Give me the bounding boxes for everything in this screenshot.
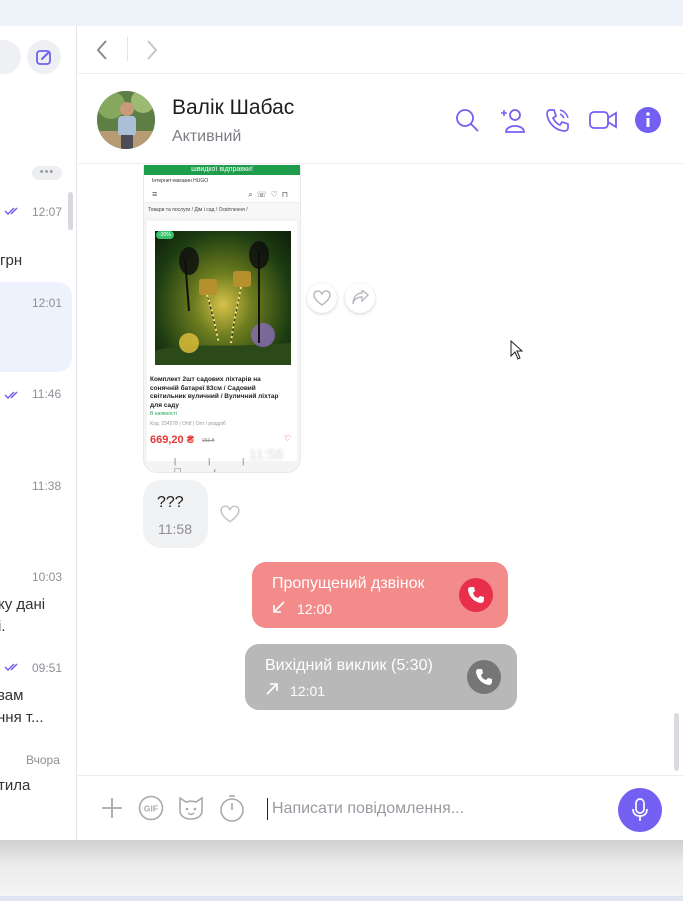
heart-icon: [313, 290, 331, 306]
video-call-button[interactable]: [588, 105, 618, 135]
message-list[interactable]: швидкої відправки! Інтернет-магазин HUGO…: [78, 165, 683, 775]
call-time: 12:01: [290, 683, 326, 699]
like-button[interactable]: [215, 499, 245, 529]
product-old-price: 956 ₴: [202, 438, 215, 444]
chat-list-scrollbar[interactable]: [68, 192, 73, 230]
bottom-edge: [0, 896, 683, 901]
heart-icon: [220, 505, 240, 523]
missed-call-message[interactable]: Пропущений дзвінок 12:00: [252, 562, 508, 628]
chat-time: Вчора: [26, 753, 60, 767]
conversation-panel: Валік Шабас Активний швидкої відправки!: [78, 26, 683, 840]
chat-search-input[interactable]: [0, 40, 21, 74]
image-toolbar: ≡ ⌕☏♡⊓: [144, 187, 300, 203]
avatar[interactable]: [97, 91, 155, 149]
chat-time: 11:38: [32, 479, 62, 493]
chat-snippet: грн: [0, 252, 23, 269]
chat-time: 12:07: [32, 205, 63, 219]
product-stock: В наявності: [150, 411, 178, 417]
contact-status: Активний: [172, 128, 242, 145]
image-banner-text: швидкої відправки!: [144, 165, 300, 175]
phone-icon: [476, 669, 492, 685]
back-icon[interactable]: [94, 38, 110, 62]
outgoing-call-message[interactable]: Вихідний виклик (5:30) 12:01: [245, 644, 517, 710]
share-button[interactable]: [345, 283, 375, 313]
plus-icon: [102, 798, 122, 818]
chat-time: 10:03: [32, 570, 63, 584]
chat-snippet: ку дані і.: [0, 596, 46, 635]
product-price: 669,20 ₴: [150, 434, 195, 446]
image-message[interactable]: швидкої відправки! Інтернет-магазин HUGO…: [143, 165, 301, 473]
incoming-message[interactable]: ??? 11:58: [143, 480, 208, 548]
voice-call-icon: [546, 109, 569, 132]
nav-bar: [78, 26, 683, 74]
sticker-icon: [179, 796, 203, 820]
taskbar-area: [0, 840, 683, 901]
search-icon: [456, 109, 479, 132]
gif-icon: GIF: [138, 795, 164, 821]
arrow-down-left-icon: [273, 601, 285, 613]
nav-divider: [127, 37, 128, 61]
message-input[interactable]: [272, 794, 602, 824]
chat-time: 12:01: [32, 296, 63, 310]
sticker-button[interactable]: [177, 794, 205, 822]
read-check-icon: [4, 207, 18, 216]
store-toolbar-icons: ⌕☏♡⊓: [248, 190, 292, 199]
product-code: Код: 234578 | Ohtf | Опт і роздріб: [150, 421, 226, 427]
info-button[interactable]: [633, 105, 663, 135]
app-window: ••• 12:07 грн 12:01 11:46 11:38 10:03 ку…: [0, 26, 683, 840]
compose-icon: [36, 50, 51, 65]
read-check-icon: [4, 663, 18, 672]
call-back-button[interactable]: [459, 578, 493, 612]
chat-list-panel: ••• 12:07 грн 12:01 11:46 11:38 10:03 ку…: [0, 26, 77, 840]
message-composer: GIF: [78, 775, 683, 840]
product-title: Комплект 2шт садових ліхтарів на сонячні…: [150, 376, 279, 409]
phone-nav-bar: |||▢‹: [174, 457, 277, 473]
chat-snippet: вам ння т...: [0, 687, 44, 726]
chat-time: 11:46: [32, 387, 62, 401]
voice-call-button[interactable]: [543, 105, 573, 135]
message-scrollbar[interactable]: [674, 713, 679, 771]
like-button[interactable]: [307, 283, 337, 313]
text-caret: [267, 798, 268, 820]
image-breadcrumbs: Товари та послуги / Дім і сад / Освітлен…: [144, 203, 300, 217]
phone-icon: [468, 587, 484, 603]
message-time: 11:58: [158, 521, 192, 537]
add-participant-icon: [501, 109, 525, 133]
image-store-name: Інтернет-магазин HUGO: [144, 175, 300, 187]
compose-button[interactable]: [27, 40, 61, 74]
add-participant-button[interactable]: [498, 105, 528, 135]
chat-header: Валік Шабас Активний: [78, 74, 683, 164]
mic-icon: [632, 798, 648, 821]
timer-button[interactable]: [218, 794, 246, 822]
menu-icon: ≡: [152, 189, 158, 199]
read-check-icon: [4, 391, 18, 400]
chat-snippet: тила: [0, 777, 31, 794]
discount-badge: -30%: [156, 231, 174, 239]
contact-name: Валік Шабас: [172, 96, 295, 119]
svg-text:GIF: GIF: [144, 804, 158, 814]
call-time: 12:00: [297, 601, 333, 617]
call-label: Вихідний виклик (5:30): [265, 657, 433, 674]
info-icon: [635, 107, 661, 133]
call-label: Пропущений дзвінок: [272, 575, 425, 592]
chat-time: 09:51: [32, 661, 63, 675]
arrow-up-right-icon: [266, 683, 278, 695]
product-card: -30% Комплект 2шт садових ліхтарів на со…: [147, 221, 297, 461]
favorite-icon: ♡: [284, 434, 292, 443]
search-button[interactable]: [452, 105, 482, 135]
attach-button[interactable]: [98, 794, 126, 822]
message-text: ???: [157, 494, 184, 511]
forward-icon[interactable]: [144, 38, 160, 62]
call-again-button[interactable]: [467, 660, 501, 694]
voice-message-button[interactable]: [618, 788, 662, 832]
gif-button[interactable]: GIF: [137, 794, 165, 822]
mouse-pointer-icon: [510, 340, 524, 360]
video-call-icon: [589, 111, 617, 129]
timer-icon: [220, 795, 244, 822]
product-photo: -30%: [155, 231, 291, 365]
more-options-button[interactable]: •••: [32, 166, 62, 180]
title-strip: [0, 0, 683, 26]
share-icon: [352, 290, 369, 305]
